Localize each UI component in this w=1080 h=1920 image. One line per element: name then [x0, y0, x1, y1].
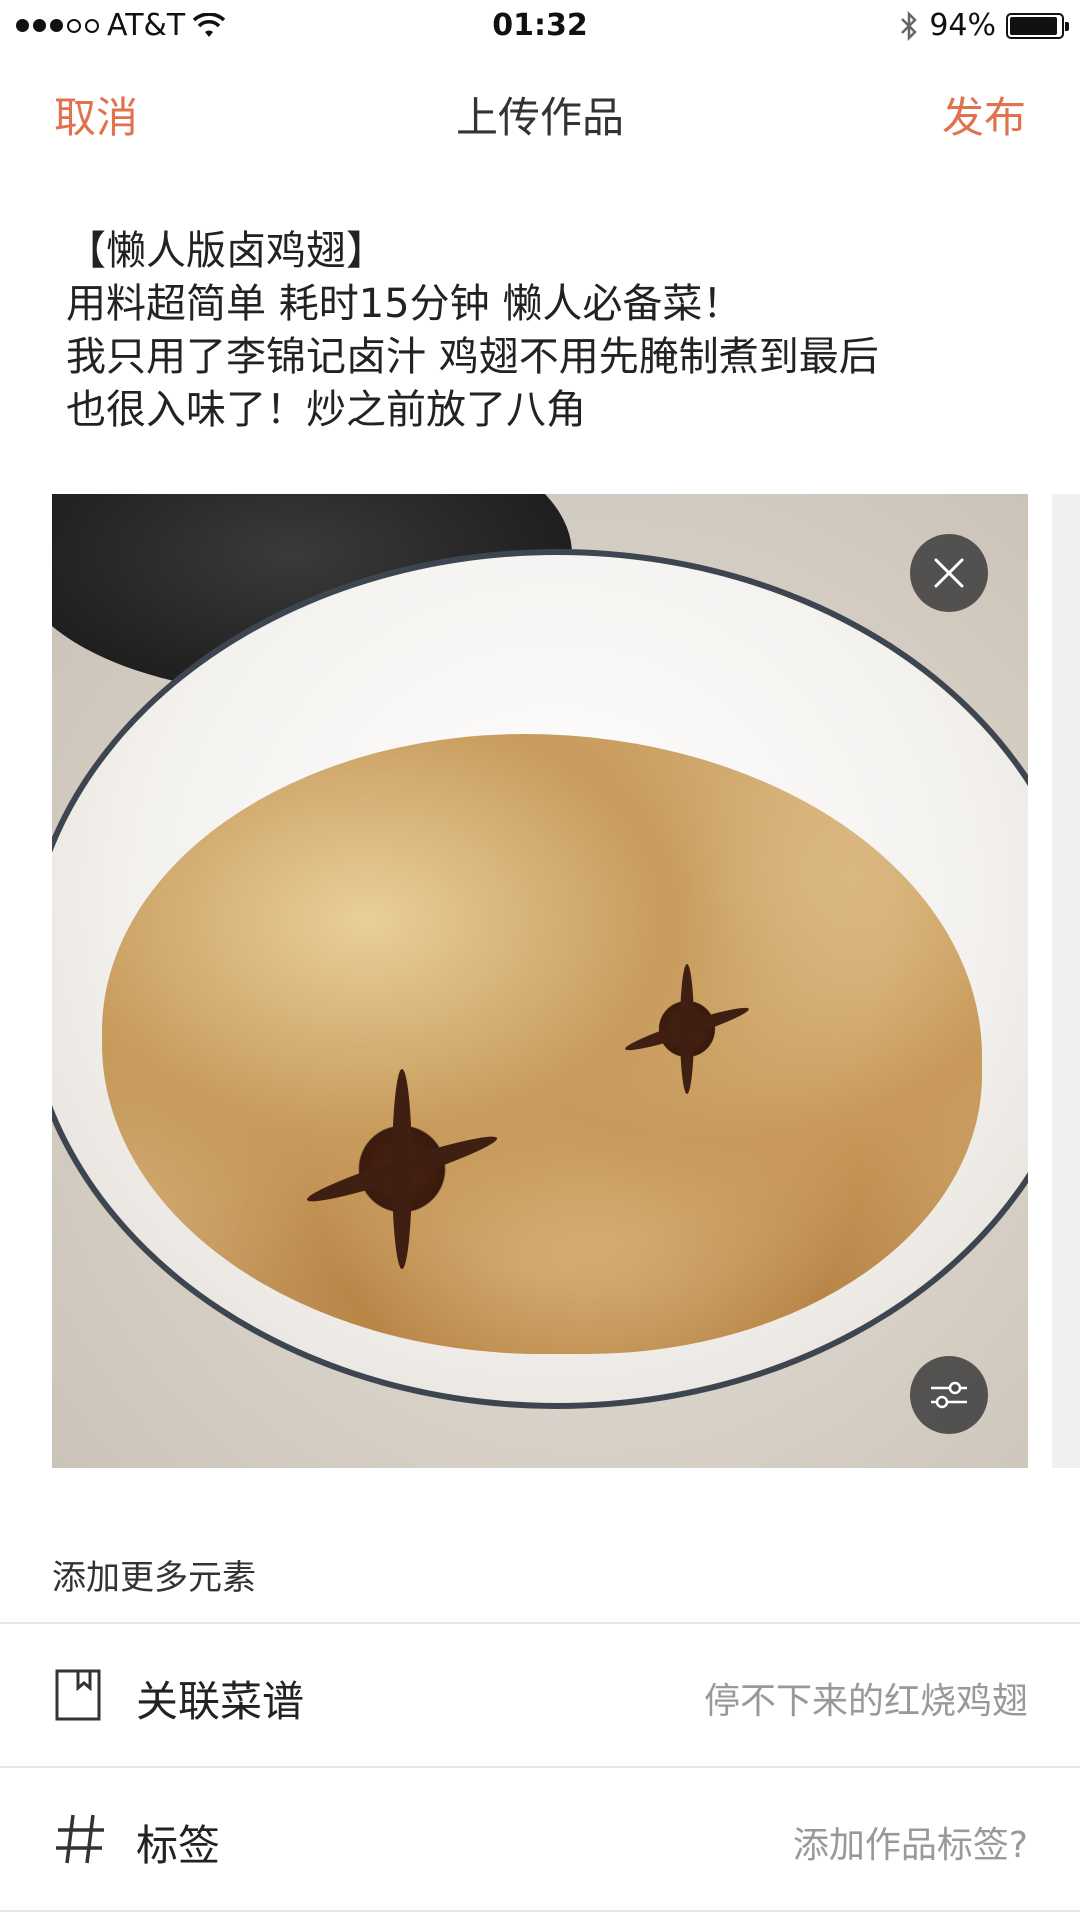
- battery-fill: [1010, 16, 1057, 35]
- tags-placeholder: 添加作品标签?: [792, 1825, 1028, 1866]
- description-text[interactable]: 【懒人版卤鸡翅】 用料超简单 耗时15分钟 懒人必备菜！ 我只用了李锦记卤汁 鸡…: [66, 225, 1016, 437]
- photo-star-anise: [622, 964, 752, 1094]
- bluetooth-icon: [901, 10, 918, 41]
- section-more-elements: 添加更多元素: [52, 1558, 256, 1598]
- hashtag-icon: [56, 1814, 104, 1864]
- nav-bar: 取消 上传作品 发布: [0, 60, 1080, 160]
- bookmark-book-icon: [55, 1669, 101, 1721]
- photo-preview[interactable]: [52, 494, 1028, 1468]
- photo-star-anise: [302, 1069, 502, 1269]
- cancel-button[interactable]: 取消: [54, 84, 138, 145]
- battery-icon: [1006, 12, 1069, 39]
- adjust-photo-button[interactable]: [910, 1356, 988, 1434]
- tags-label: 标签: [136, 1821, 221, 1870]
- status-right: 94%: [899, 8, 1069, 43]
- sliders-icon: [931, 1381, 967, 1409]
- battery-percent: 94%: [929, 8, 996, 43]
- link-recipe-value: 停不下来的红烧鸡翅: [703, 1681, 1028, 1722]
- tags-row[interactable]: 标签 添加作品标签?: [0, 1768, 1080, 1910]
- page-title: 上传作品: [455, 93, 624, 142]
- status-bar: AT&T 01:32 94%: [0, 0, 1080, 54]
- close-icon: [934, 558, 964, 588]
- next-photo-peek[interactable]: [1052, 494, 1080, 1468]
- link-recipe-row[interactable]: 关联菜谱 停不下来的红烧鸡翅: [0, 1624, 1080, 1766]
- divider: [0, 1910, 1080, 1912]
- publish-button[interactable]: 发布: [942, 84, 1026, 145]
- link-recipe-label: 关联菜谱: [136, 1677, 305, 1726]
- remove-photo-button[interactable]: [910, 534, 988, 612]
